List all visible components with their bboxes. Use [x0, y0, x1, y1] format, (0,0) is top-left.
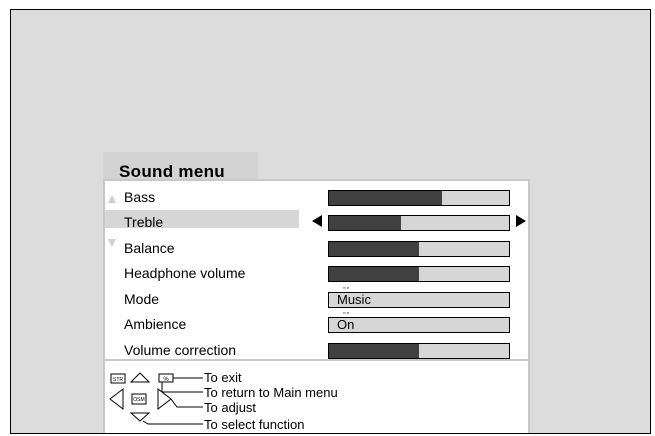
svg-text:STR: STR — [113, 377, 123, 383]
headphone-volume-bar[interactable] — [328, 266, 510, 282]
tv-screen: Sound menu Bass Treble Balance Headphone… — [10, 9, 651, 434]
menu-item-label: Treble — [124, 214, 164, 230]
hint-exit: To exit — [204, 370, 242, 385]
bar-fill — [329, 267, 419, 281]
left-key-icon — [109, 387, 124, 411]
bass-level-bar[interactable] — [328, 190, 510, 206]
bar-fill — [329, 242, 419, 256]
menu-item-label: Balance — [124, 240, 175, 256]
menu-item-balance[interactable]: Balance — [105, 235, 528, 260]
up-key-icon — [129, 372, 151, 383]
ambience-value-field[interactable]: On — [328, 317, 510, 333]
svg-text:OSM: OSM — [133, 397, 144, 403]
svg-text:%: % — [163, 377, 169, 383]
osm-key-icon: OSM — [131, 393, 147, 405]
hint-adjust: To adjust — [204, 400, 257, 415]
bar-fill — [329, 216, 401, 230]
menu-item-label: Headphone volume — [124, 265, 246, 281]
bar-fill — [329, 344, 419, 358]
menu-item-label: Mode — [124, 291, 160, 307]
menu-item-bass[interactable]: Bass — [105, 184, 528, 209]
hint-return: To return to Main menu — [204, 385, 338, 400]
volume-correction-bar[interactable] — [328, 343, 510, 359]
hint-select: To select function — [204, 417, 305, 432]
decrease-arrow-icon[interactable] — [312, 215, 322, 227]
mode-value-field[interactable]: Music — [328, 292, 510, 308]
bar-fill — [329, 191, 443, 205]
menu-item-headphone-volume[interactable]: Headphone volume — [105, 260, 528, 285]
menu-item-label: Bass — [124, 189, 156, 205]
balance-level-bar[interactable] — [328, 241, 510, 257]
percent-key-icon: % — [158, 373, 174, 383]
treble-level-bar[interactable] — [328, 215, 510, 231]
increase-arrow-icon[interactable] — [516, 215, 526, 227]
menu-item-label: Volume correction — [124, 342, 237, 358]
menu-item-label: Ambience — [124, 316, 187, 332]
menu-item-mode[interactable]: Mode ▫▫ Music — [105, 285, 528, 311]
sound-menu-panel: Bass Treble Balance Headphone volume Mod… — [103, 179, 530, 359]
remote-hint-panel: STR % OSM To exit To return to Main menu… — [103, 359, 530, 433]
menu-item-treble[interactable]: Treble — [105, 209, 528, 234]
menu-title-tab: Sound menu — [103, 152, 258, 182]
menu-item-ambience[interactable]: Ambience ▫▫ On — [105, 310, 528, 336]
down-key-icon — [129, 412, 151, 422]
str-key-icon: STR — [110, 373, 126, 384]
